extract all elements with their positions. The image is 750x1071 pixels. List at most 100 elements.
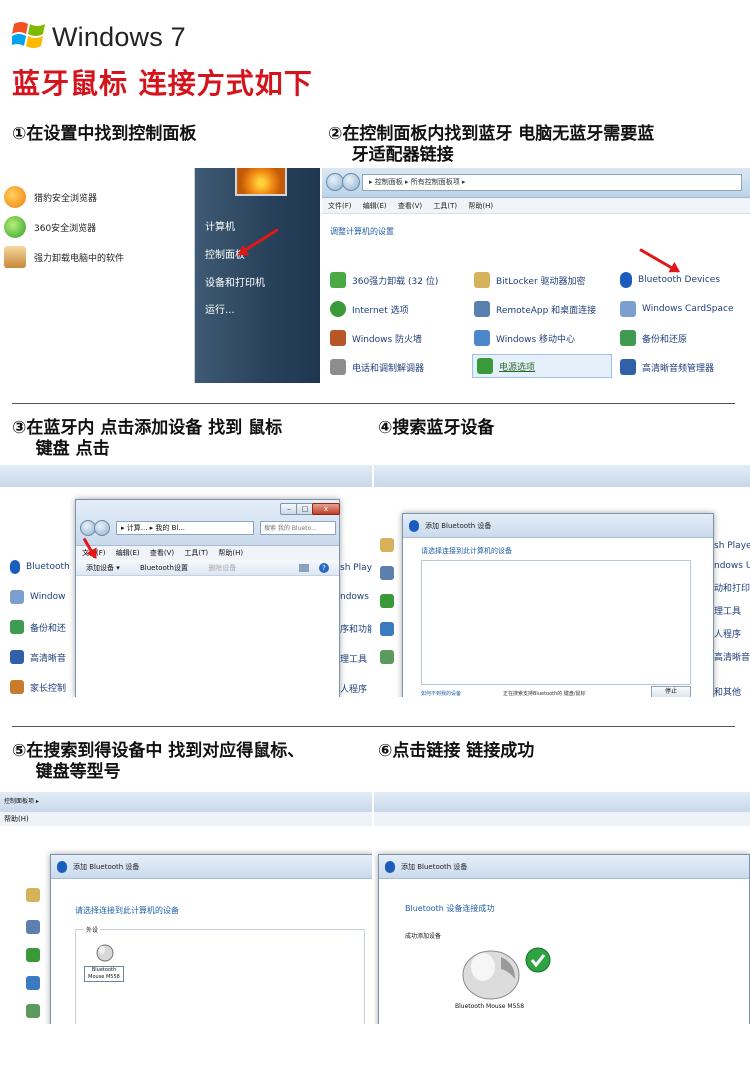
bg-right-label: 高清晰音 — [714, 653, 750, 663]
cardspace-icon — [620, 301, 636, 317]
forward-icon[interactable] — [342, 173, 360, 191]
cp-item-firewall[interactable]: Windows 防火墙 — [330, 328, 422, 348]
delete-device-button[interactable]: 删除设备 — [208, 564, 236, 572]
remote-icon — [380, 566, 394, 580]
window-title: 添加 Bluetooth 设备 — [403, 514, 713, 538]
bluetooth-found-screenshot: 帮助(H) 控制面板项 ▸ 添加 Bluetooth 设备 请选择连接到此计算机… — [0, 792, 372, 1024]
step-4-caption: ④搜索蓝牙设备 — [378, 418, 495, 438]
windows-logo-icon — [12, 22, 45, 48]
uninstaller-icon — [4, 246, 26, 268]
key-icon — [474, 272, 490, 288]
device-group: 外设 Bluetooth Mouse M558 — [75, 925, 365, 1024]
cp-item-phone[interactable]: 电话和调制解调器 — [330, 357, 424, 377]
bg-icon — [26, 1004, 46, 1018]
device-label: Bluetooth Mouse M558 — [84, 966, 124, 982]
device-tile[interactable]: Bluetooth Mouse M558 — [84, 940, 124, 982]
help-link[interactable]: 如何不到我的设备 — [421, 690, 461, 697]
help-icon[interactable]: ? — [319, 563, 329, 573]
bluetooth-devices-screenshot: Bluetooth Window 备份和还 高清晰音 家长控制 sh Playe… — [0, 465, 372, 697]
cp-item-bitlocker[interactable]: BitLocker 驱动器加密 — [474, 270, 586, 290]
add-bluetooth-window: 添加 Bluetooth 设备 请选择连接到此计算机的设备 如何不到我的设备 正… — [402, 513, 714, 697]
bg-right-label: ndows C — [340, 592, 372, 602]
bluetooth-settings-button[interactable]: Bluetooth设置 — [140, 564, 188, 572]
toolbar: 添加设备 ▾ Bluetooth设置 删除设备 ? — [76, 560, 339, 576]
remote-icon — [474, 301, 490, 317]
start-menu-left: 猎豹安全浏览器 360安全浏览器 强力卸载电脑中的软件 — [0, 168, 195, 383]
network-icon — [26, 1004, 40, 1018]
close-button[interactable]: x — [312, 503, 340, 515]
stop-button[interactable]: 停止 — [651, 686, 691, 697]
dialog-prompt: 请选择连接到此计算机的设备 — [421, 547, 512, 555]
cp-item-power[interactable]: 电源选项 — [472, 354, 612, 378]
cp-item-cardspace[interactable]: Windows CardSpace — [620, 299, 734, 319]
background-window-bar — [374, 465, 750, 487]
bluetooth-icon — [409, 520, 419, 532]
step-3-caption: ③在蓝牙内 点击添加设备 找到 鼠标 键盘 点击 — [12, 418, 283, 459]
user-picture — [235, 168, 287, 196]
cp-item-remoteapp[interactable]: RemoteApp 和桌面连接 — [474, 299, 596, 319]
bluetooth-icon — [57, 861, 67, 873]
cp-item-internet[interactable]: Internet 选项 — [330, 299, 409, 319]
menu-view[interactable]: 查看(V) — [150, 549, 174, 557]
menu-bar: 文件(F) 编辑(E) 查看(V) 工具(T) 帮助(H) — [76, 546, 339, 560]
bg-right-label: 人程序 — [340, 685, 368, 695]
device-list[interactable] — [421, 560, 691, 685]
bluetooth-icon — [10, 560, 20, 574]
bg-icon — [26, 948, 46, 962]
mouse-icon — [96, 944, 114, 962]
bg-item-bluetooth: Bluetooth — [10, 560, 70, 574]
key-icon — [380, 538, 394, 552]
window-header: – □ x ▸ 计算... ▸ 我的 Bl... — [76, 500, 340, 546]
start-menu-item[interactable]: 360安全浏览器 — [4, 214, 96, 240]
cheetah-browser-icon — [4, 186, 26, 208]
address-bar[interactable]: ▸ 控制面板 ▸ 所有控制面板项 ▸ — [362, 174, 742, 191]
start-menu-item[interactable]: 猎豹安全浏览器 — [4, 184, 97, 210]
menu-help[interactable]: 帮助(H) — [468, 202, 493, 210]
page-title: 蓝牙鼠标 连接方式如下 — [12, 67, 313, 100]
window-title: 添加 Bluetooth 设备 — [51, 855, 372, 879]
bg-right-label: 动和打印 — [714, 584, 750, 594]
power-icon — [477, 358, 493, 374]
add-bluetooth-window: 添加 Bluetooth 设备 Bluetooth 设备连接成功 成功添加设备 … — [378, 854, 750, 1024]
uninstall-icon — [330, 272, 346, 288]
search-status: 正在搜索支持Bluetooth的 键盘/鼠标 — [503, 691, 586, 697]
device-name: Bluetooth Mouse M558 — [455, 1003, 525, 1010]
cp-item-backup[interactable]: 备份和还原 — [620, 328, 687, 348]
background-menu — [374, 812, 750, 826]
menu-bar: 文件(F) 编辑(E) 查看(V) 工具(T) 帮助(H) — [322, 198, 750, 214]
bg-item-backup: 备份和还 — [10, 620, 66, 634]
bluetooth-success-screenshot: 添加 Bluetooth 设备 Bluetooth 设备连接成功 成功添加设备 … — [374, 792, 750, 1024]
start-menu-run[interactable]: 运行... — [205, 301, 235, 316]
menu-help[interactable]: 帮助(H) — [218, 549, 243, 557]
bg-right-label: 理工具 — [340, 655, 368, 665]
menu-tools[interactable]: 工具(T) — [184, 549, 208, 557]
menu-edit[interactable]: 编辑(E) — [363, 202, 387, 210]
bg-icon — [380, 566, 400, 580]
backup-icon — [10, 620, 24, 634]
remote-icon — [26, 920, 40, 934]
bg-icon — [380, 538, 400, 552]
phone-icon — [330, 359, 346, 375]
menu-file[interactable]: 文件(F) — [328, 202, 352, 210]
bg-right-label: ndows Up — [714, 561, 750, 571]
cp-item-360[interactable]: 360强力卸载 (32 位) — [330, 270, 438, 290]
menu-edit[interactable]: 编辑(E) — [116, 549, 140, 557]
my-bluetooth-window: – □ x ▸ 计算... ▸ 我的 Bl... 文件(F) 编辑(E) 查看(… — [75, 499, 340, 697]
background-window-bar — [0, 465, 372, 487]
menu-view[interactable]: 查看(V) — [398, 202, 422, 210]
group-label: 外设 — [84, 925, 101, 934]
forward-icon[interactable] — [94, 520, 110, 536]
address-bar[interactable]: ▸ 计算... ▸ 我的 Bl... — [116, 521, 254, 535]
add-device-button[interactable]: 添加设备 ▾ — [86, 564, 120, 572]
start-menu-devices-printers[interactable]: 设备和打印机 — [205, 274, 265, 289]
start-menu-item[interactable]: 强力卸载电脑中的软件 — [4, 244, 124, 270]
cp-item-audio[interactable]: 高清晰音频管理器 — [620, 357, 714, 377]
bg-icon — [380, 594, 400, 608]
view-icon[interactable] — [299, 564, 309, 572]
start-menu-computer[interactable]: 计算机 — [205, 218, 235, 233]
cp-item-mobility[interactable]: Windows 移动中心 — [474, 328, 575, 348]
search-input[interactable] — [260, 521, 336, 535]
address-bar-area: ▸ 控制面板 ▸ 所有控制面板项 ▸ — [322, 168, 750, 198]
menu-tools[interactable]: 工具(T) — [433, 202, 457, 210]
dialog-prompt: 请选择连接到此计算机的设备 — [75, 906, 179, 915]
